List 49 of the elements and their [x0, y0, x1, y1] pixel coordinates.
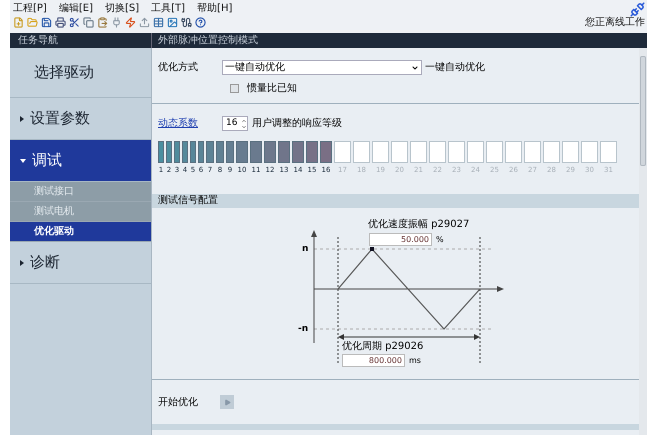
- save-icon[interactable]: [41, 17, 52, 28]
- unit-label: ms: [409, 355, 421, 367]
- start-label: 开始优化: [158, 396, 198, 410]
- menu-item[interactable]: 切换[S]: [104, 3, 140, 15]
- nav-item[interactable]: 调试: [10, 140, 151, 182]
- field-note: 一键自动优化: [425, 60, 485, 75]
- nav-subitem[interactable]: 优化驱动: [10, 222, 151, 242]
- help-icon[interactable]: [195, 17, 206, 28]
- printer-icon[interactable]: [55, 17, 66, 28]
- nav-item[interactable]: 选择驱动: [10, 48, 151, 98]
- upload-icon[interactable]: [139, 17, 150, 28]
- caret-down-icon: [20, 158, 26, 162]
- field-note: 用户调整的响应等级: [252, 116, 342, 131]
- level-spinner[interactable]: 16: [222, 116, 248, 131]
- new-file-icon[interactable]: [13, 17, 24, 28]
- checkbox[interactable]: [230, 84, 239, 93]
- cut-icon[interactable]: [69, 17, 80, 28]
- unit-label: %: [436, 234, 444, 246]
- copy-icon[interactable]: [83, 17, 94, 28]
- spin-down-icon: [241, 124, 247, 130]
- nav-item[interactable]: 诊断: [10, 242, 151, 284]
- section-header: 测试信号配置: [152, 194, 639, 208]
- period-field[interactable]: 800.000: [342, 354, 405, 367]
- cable-icon[interactable]: [181, 17, 192, 28]
- offline-status-text: 您正离线工作: [585, 17, 645, 28]
- offline-connection-icon: [630, 2, 645, 17]
- spin-up-icon: [241, 118, 247, 124]
- paste-icon[interactable]: [97, 17, 108, 28]
- caret-right-icon: [20, 260, 24, 266]
- menu-item[interactable]: 工程[P]: [13, 3, 47, 15]
- table-icon[interactable]: [153, 17, 164, 28]
- play-icon: [224, 398, 230, 406]
- period-label: 优化周期 p29026: [342, 341, 424, 353]
- axis-label: n: [302, 243, 308, 256]
- axis-label: -n: [298, 323, 308, 336]
- amplitude-field[interactable]: 50.000: [369, 233, 432, 246]
- checkbox-label: 惯量比已知: [247, 82, 297, 96]
- field-label: 优化方式: [158, 60, 199, 75]
- optimization-dropdown[interactable]: 一键自动优化: [222, 60, 422, 75]
- menu-item[interactable]: 工具[T]: [151, 3, 186, 15]
- menu-item[interactable]: 帮助[H]: [197, 3, 232, 15]
- plug-icon[interactable]: [111, 17, 122, 28]
- amplitude-label: 优化速度振幅 p29027: [368, 219, 470, 231]
- lightning-icon[interactable]: [125, 17, 136, 28]
- page-header: 外部脉冲位置控制模式: [157, 34, 259, 48]
- dynamics-link[interactable]: 动态系数: [158, 116, 222, 131]
- image-icon[interactable]: [167, 17, 178, 28]
- caret-right-icon: [20, 116, 24, 122]
- menu-item[interactable]: 编辑[E]: [58, 3, 93, 15]
